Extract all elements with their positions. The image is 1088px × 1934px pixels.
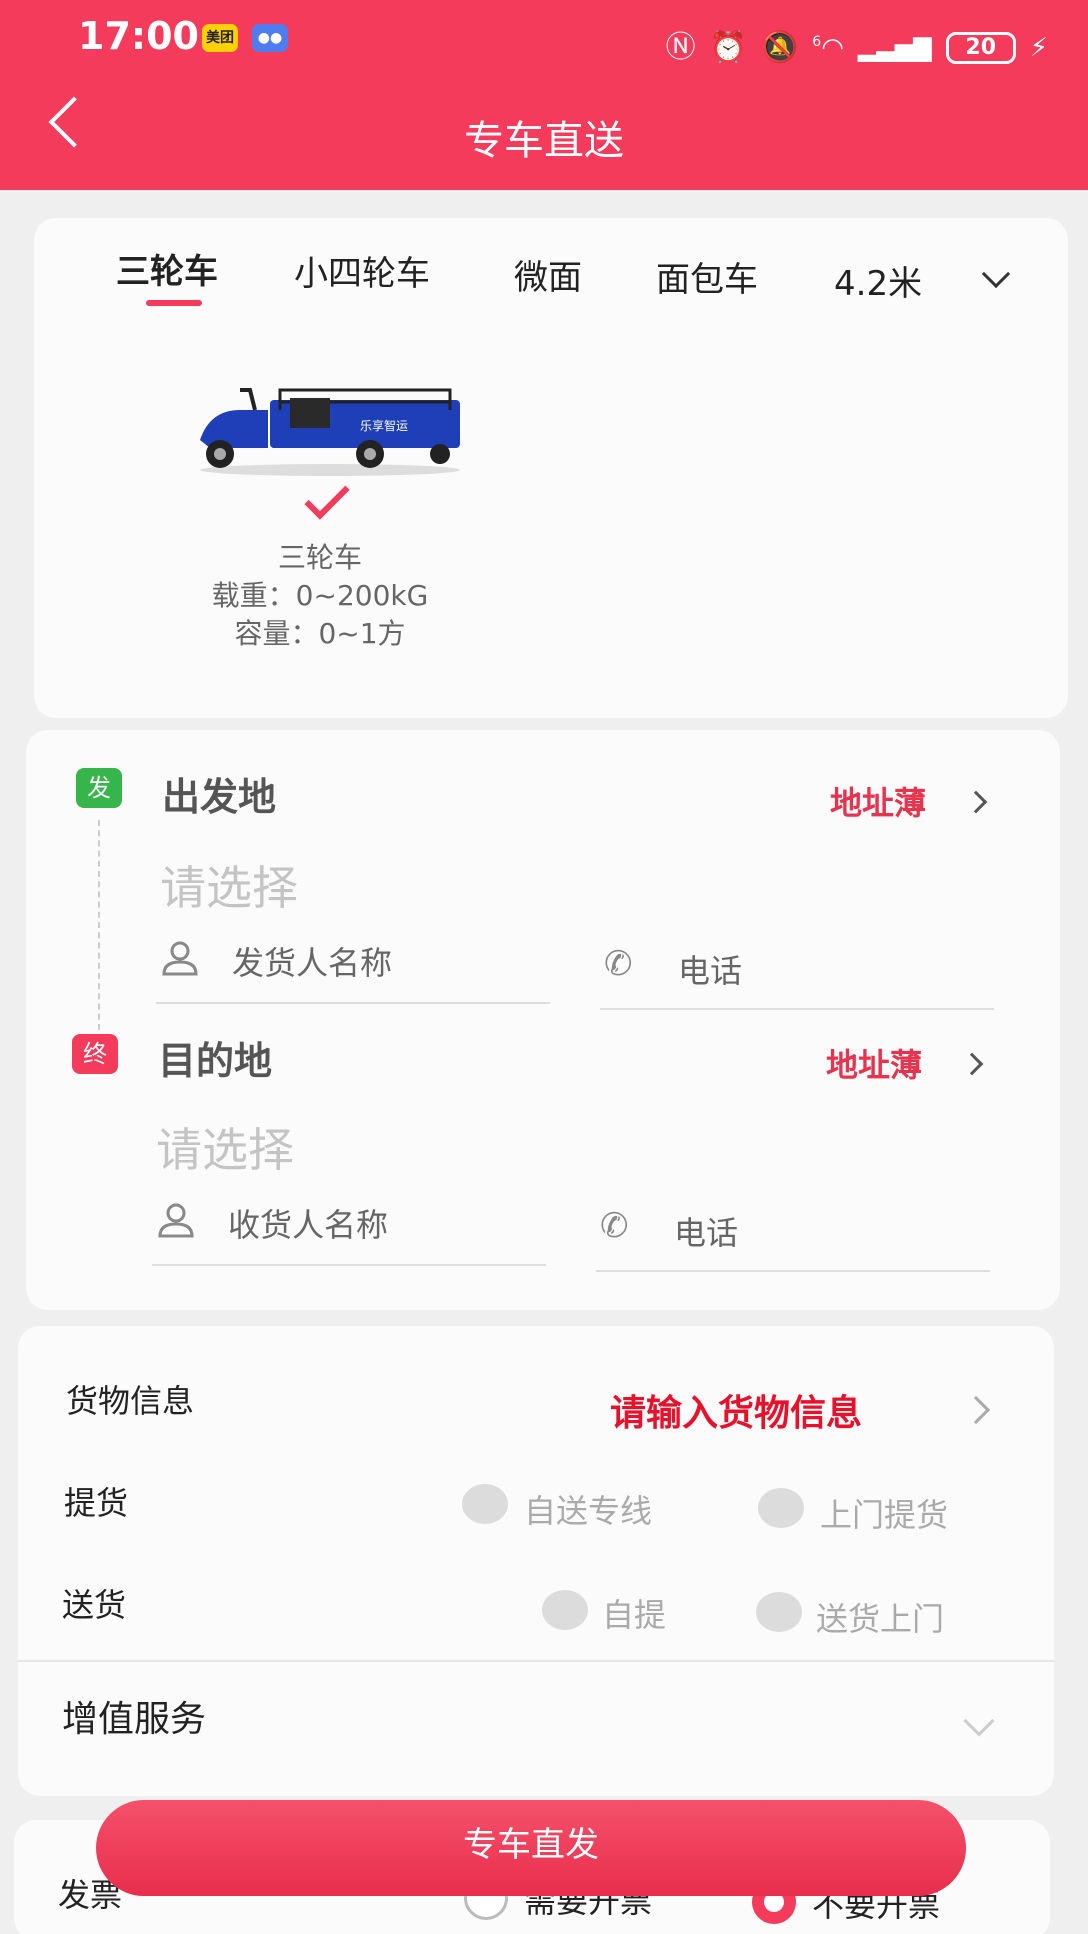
submit-dedicated-delivery-button[interactable]: 专车直发 [96, 1800, 966, 1896]
mute-icon: 🔕 [760, 30, 799, 65]
pickup-label: 提货 [64, 1484, 129, 1522]
chat-bubble-icon: ●● [252, 24, 288, 52]
delivery-label: 送货 [62, 1586, 127, 1624]
charging-icon: ⚡ [1029, 33, 1048, 63]
vehicle-load: 载重：0~200kG [211, 579, 429, 612]
wifi-label: 6 [812, 34, 822, 50]
pickup-door-radio[interactable] [758, 1488, 804, 1528]
delivery-self-pickup-radio[interactable] [542, 1590, 588, 1630]
pickup-door-label[interactable]: 上门提货 [820, 1490, 948, 1536]
destination-title: 目的地 [158, 1039, 273, 1083]
nfc-icon: Ⓝ [665, 30, 696, 65]
origin-address-select[interactable]: 请选择 [160, 852, 298, 918]
destination-phone-placeholder: 电话 [674, 1214, 739, 1252]
wifi-icon: 6◠ [812, 33, 844, 63]
origin-name-field[interactable]: 发货人名称 [156, 934, 550, 1004]
origin-badge: 发 [76, 768, 122, 808]
cargo-info-label: 货物信息 [66, 1382, 195, 1420]
value-added-services-label[interactable]: 增值服务 [62, 1690, 206, 1742]
pickup-self-send-radio[interactable] [462, 1484, 508, 1524]
person-icon [162, 941, 198, 976]
tricycle-image[interactable]: 乐享智运 [180, 370, 480, 480]
delivery-self-pickup-label[interactable]: 自提 [602, 1590, 666, 1636]
alarm-icon: ⏰ [709, 30, 747, 65]
origin-name-placeholder: 发货人名称 [232, 944, 393, 982]
origin-phone-placeholder: 电话 [678, 952, 743, 990]
route-dashed-line [98, 820, 100, 1030]
destination-address-select[interactable]: 请选择 [156, 1114, 294, 1180]
phone-icon: ✆ [600, 1206, 629, 1246]
pickup-self-send-label[interactable]: 自送专线 [524, 1486, 652, 1532]
destination-phone-field[interactable]: ✆ 电话 [596, 1202, 990, 1272]
delivery-door-label[interactable]: 送货上门 [816, 1594, 944, 1640]
tab-micro-van[interactable]: 微面 [514, 250, 582, 299]
status-icons: Ⓝ ⏰ 🔕 6◠ ▂▃▅▇ 20 ⚡ [666, 26, 1048, 70]
vehicle-name: 三轮车 [277, 541, 362, 574]
destination-address-book-link[interactable]: 地址薄 [826, 1040, 922, 1086]
person-icon [158, 1203, 194, 1238]
delivery-door-radio[interactable] [756, 1592, 802, 1632]
divider [18, 1660, 1054, 1662]
cargo-info-link[interactable]: 请输入货物信息 [610, 1384, 862, 1436]
battery-icon: 20 [945, 32, 1016, 64]
origin-phone-field[interactable]: ✆ 电话 [600, 940, 994, 1010]
destination-name-placeholder: 收货人名称 [228, 1206, 389, 1244]
page-title: 专车直送 [464, 118, 624, 164]
signal-icon: ▂▃▅▇ [857, 34, 932, 62]
tab-4-2m[interactable]: 4.2米 [834, 256, 922, 305]
tab-van[interactable]: 面包车 [656, 252, 758, 301]
status-time: 17:00 [78, 14, 199, 58]
truck-brand-text: 乐享智运 [360, 418, 408, 433]
tab-small-four-wheeler[interactable]: 小四轮车 [294, 246, 430, 295]
origin-title: 出发地 [162, 775, 277, 819]
meituan-app-icon: 美团 [202, 24, 238, 52]
app-header: 17:00 美团 ●● Ⓝ ⏰ 🔕 6◠ ▂▃▅▇ 20 ⚡ 专车直送 [0, 0, 1088, 190]
tab-active-indicator [146, 300, 202, 306]
tab-tricycle[interactable]: 三轮车 [116, 244, 218, 293]
destination-name-field[interactable]: 收货人名称 [152, 1196, 546, 1266]
destination-badge: 终 [72, 1034, 118, 1074]
origin-address-book-link[interactable]: 地址薄 [830, 778, 926, 824]
phone-icon: ✆ [604, 944, 633, 984]
vehicle-capacity: 容量：0~1方 [234, 617, 406, 650]
